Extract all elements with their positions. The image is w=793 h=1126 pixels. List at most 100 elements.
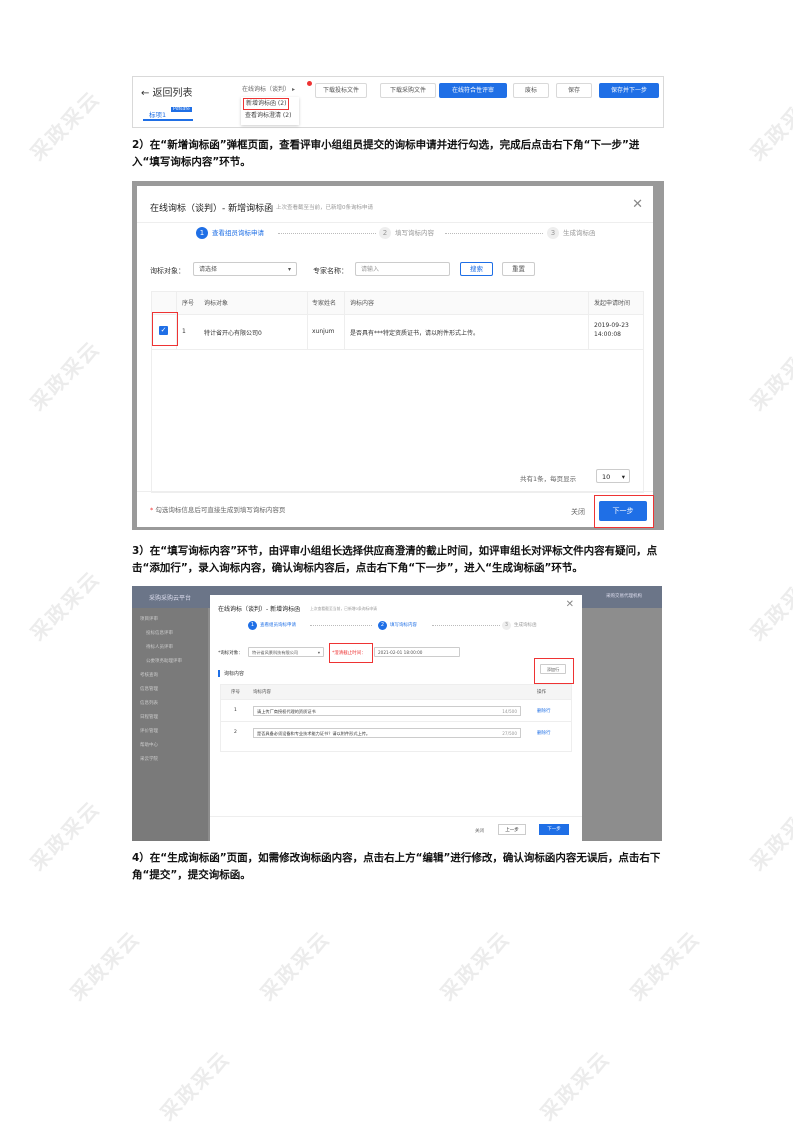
next-button[interactable]: 下一步	[539, 824, 569, 835]
target-select-value: 特计省风景科技有限公司	[252, 650, 299, 655]
deadline-label: *澄清截止时间：	[332, 651, 366, 656]
paragraph-step-3: 3）在“填写询标内容”环节，由评审小组组长选择供应商澄清的截止时间，如评审组长对…	[132, 545, 658, 574]
sidebar-item[interactable]: 考核查询	[140, 672, 158, 678]
sidebar-item[interactable]: 信息列表	[140, 700, 158, 706]
step-label: 查看组员询标申请	[260, 623, 296, 628]
watermark: 采政采云	[65, 925, 145, 1006]
sidebar-item[interactable]: 项目评审	[140, 616, 158, 622]
page-size-value: 10	[602, 473, 611, 481]
target-select[interactable]: 特计省风景科技有限公司 ▾	[248, 647, 324, 657]
inquiry-request-table: 序号 询标对象 专家姓名 询标内容 发起申请时间 ✓ 1 特计省开心有限公司0 …	[151, 291, 644, 493]
cell-no: 1	[234, 708, 237, 713]
sidebar-item[interactable]: 投标信息评审	[146, 630, 173, 636]
expert-input[interactable]: 请输入	[355, 262, 450, 276]
divider	[137, 491, 653, 492]
watermark: 采政采云	[745, 795, 793, 876]
online-inquiry-dropdown[interactable]: 在线询标（谈判） ▸	[234, 83, 316, 96]
close-icon[interactable]: ✕	[566, 599, 574, 610]
table-header: 序号 询标对象 专家姓名 询标内容 发起申请时间	[152, 292, 643, 315]
step-label: 填写询标内容	[395, 229, 434, 237]
divider	[210, 816, 582, 817]
step-connector	[278, 233, 376, 234]
caret-down-icon: ▸	[291, 86, 295, 93]
reject-bid-button[interactable]: 废标	[513, 83, 549, 98]
menu-item-new-inquiry-letter[interactable]: 新增询标函 (2)	[243, 98, 290, 110]
dialog-title: 在线询标（谈判）- 新增询标函	[150, 204, 274, 214]
step-number: 3	[502, 621, 511, 630]
sidebar-item[interactable]: 公委项务助理评审	[146, 658, 182, 664]
prev-button[interactable]: 上一步	[498, 824, 526, 835]
back-to-list-link[interactable]: ← 返回列表	[141, 84, 193, 99]
sidebar-item[interactable]: 信息管理	[140, 686, 158, 692]
column-header: 序号	[231, 690, 240, 695]
online-compliance-review-button[interactable]: 在线符合性评审	[439, 83, 507, 98]
delete-row-link[interactable]: 删除行	[537, 708, 551, 714]
step-number: 3	[547, 227, 559, 239]
inquiry-content-table: 序号 询标内容 操作 1 请上传厂商授权代理的资质证书 14/500 删除行 2 …	[220, 684, 572, 752]
save-and-next-button[interactable]: 保存并下一步	[599, 83, 659, 98]
dialog: 在线询标（谈判）- 新增询标函 上次查看截至当前，已新增0条询标申请 ✕ 1 查看…	[137, 186, 654, 528]
watermark: 采政采云	[745, 85, 793, 166]
dropdown-menu: 新增询标函 (2) 查看询标澄清 (2)	[241, 97, 299, 125]
step-number: 1	[196, 227, 208, 239]
add-row-button[interactable]: 添加行	[540, 664, 566, 674]
page-size-select[interactable]: 10 ▾	[596, 469, 630, 483]
watermark: 采政采云	[625, 925, 705, 1006]
table-row: 2 是否具备必须设备和专业技术能力证书？请以附件形式上传。 27/500 删除行	[221, 721, 571, 744]
hint-text: * 勾选询标信息后可直接生成到填写询标内容页	[150, 504, 285, 514]
reset-button[interactable]: 重置	[502, 262, 535, 276]
step-2: 2 填写询标内容	[378, 621, 417, 630]
notification-dot-icon	[307, 81, 312, 86]
pager-text: 共有1条，每页显示	[520, 475, 577, 483]
column-header: 序号	[182, 300, 195, 307]
caret-down-icon: ▾	[317, 650, 320, 655]
divider	[137, 222, 653, 223]
target-label: *询标对象：	[218, 651, 243, 656]
step-label: 查看组员询标申请	[212, 229, 264, 237]
save-button[interactable]: 保存	[556, 83, 592, 98]
close-icon[interactable]: ✕	[632, 197, 643, 212]
download-purchase-file-button[interactable]: 下载采购文件	[380, 83, 436, 98]
user-name[interactable]: 采购交易代理机构	[606, 593, 642, 599]
cell-content: 是否具有***特定资质证书，请以附件形式上传。	[350, 330, 480, 337]
sidebar-item[interactable]: 日程管理	[140, 714, 158, 720]
dialog-title: 在线询标（谈判）- 新增询标函	[218, 606, 301, 613]
close-button[interactable]: 关闭	[571, 507, 585, 517]
app-name: 采购采购云平台	[149, 595, 192, 602]
step-number: 1	[248, 621, 257, 630]
table-row[interactable]: ✓ 1 特计省开心有限公司0 xunjum 是否具有***特定资质证书，请以附件…	[152, 315, 643, 350]
column-header: 操作	[537, 690, 546, 695]
cell-no: 1	[182, 328, 186, 335]
sidebar-item[interactable]: 评价管理	[140, 728, 158, 734]
paragraph-step-2: 2）在“新增询标函”弹框页面，查看评审小组组员提交的询标申请并进行勾选，完成后点…	[132, 139, 640, 168]
step-number: 2	[379, 227, 391, 239]
watermark: 采政采云	[745, 565, 793, 646]
search-button[interactable]: 搜索	[460, 262, 493, 276]
step-1: 1 查看组员询标申请	[248, 621, 296, 630]
sidebar-item[interactable]: 待标人员评审	[146, 644, 173, 650]
highlight-box	[152, 312, 178, 346]
content-text: 是否具备必须设备和专业技术能力证书？请以附件形式上传。	[257, 731, 371, 736]
deadline-input[interactable]: 2021-02-01 18:00:00	[374, 647, 460, 657]
column-header: 专家姓名	[312, 300, 337, 307]
dialog-subtitle: 上次查看截至当前，已新增0条询标申请	[310, 606, 377, 611]
next-button[interactable]: 下一步	[599, 501, 647, 521]
delete-row-link[interactable]: 删除行	[537, 730, 551, 736]
tab-lot-1[interactable]: 标项1	[149, 109, 166, 119]
dialog-subtitle: 上次查看截至当前，已新增0条询标申请	[276, 205, 374, 211]
tab-badge: Pdfsdfe	[171, 107, 192, 112]
sidebar-item[interactable]: 采云学院	[140, 756, 158, 762]
caret-down-icon: ▾	[287, 266, 291, 273]
column-header: 询标内容	[350, 300, 375, 307]
content-input[interactable]: 请上传厂商授权代理的资质证书 14/500	[253, 706, 521, 716]
content-input[interactable]: 是否具备必须设备和专业技术能力证书？请以附件形式上传。 27/500	[253, 728, 521, 738]
sidebar-item[interactable]: 帮助中心	[140, 742, 158, 748]
step-3: 3 生成询标函	[502, 621, 537, 630]
menu-item-view-clarification[interactable]: 查看询标澄清 (2)	[245, 111, 291, 121]
char-count: 14/500	[502, 709, 517, 714]
watermark: 采政采云	[535, 1045, 615, 1126]
close-button[interactable]: 关闭	[475, 828, 484, 834]
watermark: 采政采云	[25, 565, 105, 646]
target-select[interactable]: 请选择 ▾	[193, 262, 297, 276]
download-bid-file-button[interactable]: 下载投标文件	[315, 83, 367, 98]
